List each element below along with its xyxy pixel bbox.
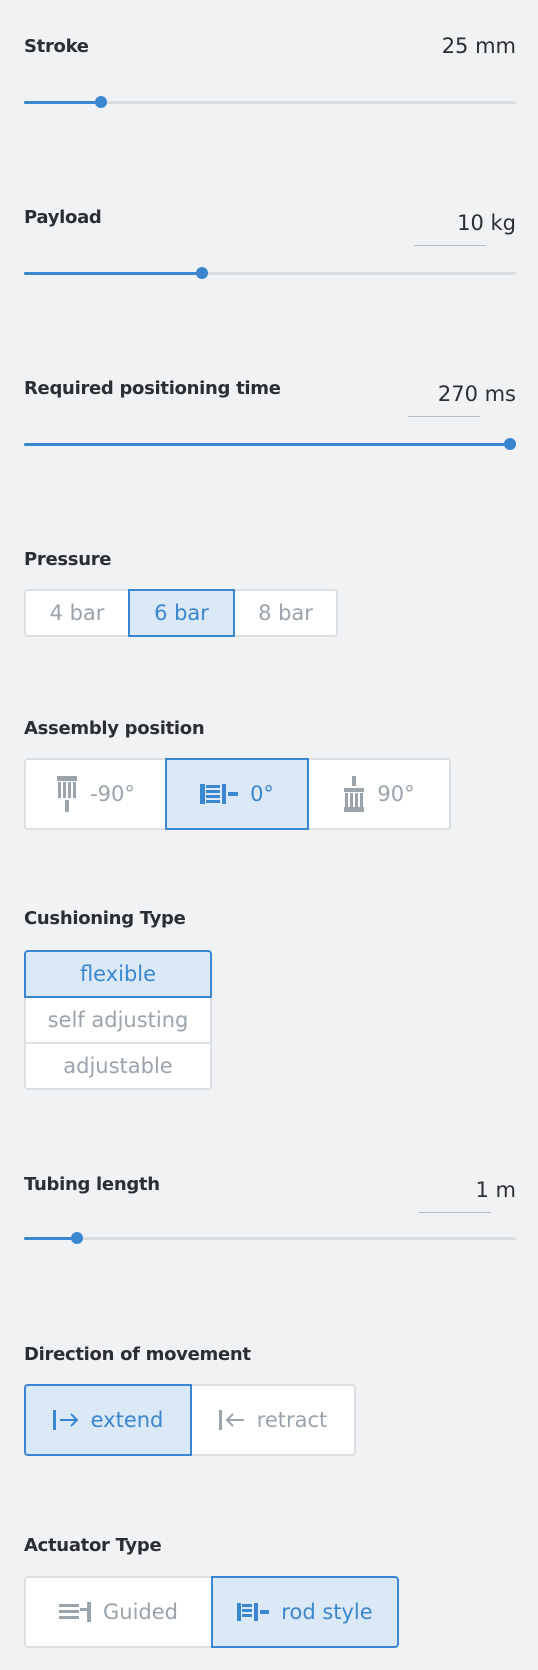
payload-value-input[interactable]: 10 kg	[457, 211, 516, 235]
cushioning-type-section: Cushioning Type flexible self adjusting …	[24, 908, 516, 1098]
positioning-time-section: Required positioning time 270 ms	[24, 378, 516, 458]
direction-label: Direction of movement	[24, 1344, 251, 1365]
cushioning-option-adjustable[interactable]: adjustable	[24, 1042, 212, 1090]
cushioning-option-flexible[interactable]: flexible	[24, 950, 212, 998]
positioning-time-value-input[interactable]: 270 ms	[438, 382, 516, 406]
actuator-type-label: Actuator Type	[24, 1535, 162, 1556]
payload-input-underline	[414, 245, 486, 246]
slider-fill	[24, 443, 516, 446]
vertical-up-mount-icon	[343, 776, 365, 812]
guided-actuator-icon	[59, 1602, 91, 1622]
actuator-type-segmented-control: Guided rod style	[24, 1576, 399, 1648]
tubing-length-slider[interactable]	[24, 1228, 516, 1248]
extend-arrow-icon	[52, 1409, 79, 1431]
slider-track	[24, 1237, 516, 1240]
actuator-option-guided[interactable]: Guided	[24, 1576, 213, 1648]
slider-fill	[24, 272, 202, 275]
actuator-option-rod-style[interactable]: rod style	[211, 1576, 399, 1648]
slider-fill	[24, 101, 102, 104]
slider-thumb[interactable]	[70, 1232, 83, 1244]
retract-arrow-icon	[218, 1409, 245, 1431]
positioning-time-input-underline	[408, 416, 480, 417]
pressure-option-8-bar[interactable]: 8 bar	[233, 589, 338, 637]
cushioning-option-self-adjusting[interactable]: self adjusting	[24, 996, 212, 1044]
assembly-option-90[interactable]: 90°	[307, 758, 451, 830]
option-label: Guided	[103, 1600, 178, 1624]
assembly-option-0[interactable]: 0°	[165, 758, 309, 830]
assembly-position-section: Assembly position -90° 0° 90°	[24, 718, 516, 830]
stroke-section: Stroke 25 mm	[24, 34, 516, 116]
payload-label: Payload	[24, 207, 102, 228]
tubing-length-input-underline	[419, 1212, 491, 1213]
payload-section: Payload 10 kg	[24, 207, 516, 287]
horizontal-mount-icon	[200, 783, 239, 805]
cushioning-type-label: Cushioning Type	[24, 908, 186, 929]
assembly-position-label: Assembly position	[24, 718, 205, 739]
cushioning-type-options: flexible self adjusting adjustable	[24, 950, 212, 1090]
tubing-length-label: Tubing length	[24, 1174, 160, 1195]
slider-fill	[24, 1237, 77, 1240]
direction-section: Direction of movement extend retract	[24, 1344, 516, 1456]
option-label: 4 bar	[49, 601, 105, 625]
slider-thumb[interactable]	[195, 267, 208, 279]
slider-thumb[interactable]	[95, 96, 108, 108]
option-label: -90°	[90, 782, 135, 806]
actuator-type-section: Actuator Type Guided rod style	[24, 1535, 516, 1648]
option-label: self adjusting	[47, 1008, 189, 1032]
positioning-time-slider[interactable]	[24, 434, 516, 454]
assembly-option-minus-90[interactable]: -90°	[24, 758, 167, 830]
pressure-option-4-bar[interactable]: 4 bar	[24, 589, 130, 637]
vertical-down-mount-icon	[56, 776, 78, 812]
rod-style-actuator-icon	[237, 1602, 270, 1622]
pressure-section: Pressure 4 bar 6 bar 8 bar	[24, 549, 516, 639]
stroke-slider[interactable]	[24, 92, 516, 112]
option-label: retract	[256, 1408, 328, 1432]
option-label: 6 bar	[154, 601, 209, 625]
option-label: 0°	[250, 782, 274, 806]
direction-option-extend[interactable]: extend	[24, 1384, 192, 1456]
pressure-segmented-control: 4 bar 6 bar 8 bar	[24, 589, 338, 637]
direction-segmented-control: extend retract	[24, 1384, 356, 1456]
assembly-position-segmented-control: -90° 0° 90°	[24, 758, 451, 830]
slider-thumb[interactable]	[504, 438, 516, 450]
option-label: 8 bar	[258, 601, 313, 625]
option-label: rod style	[281, 1600, 373, 1624]
option-label: adjustable	[63, 1054, 173, 1078]
tubing-length-section: Tubing length 1 m	[24, 1174, 516, 1254]
option-label: extend	[90, 1408, 164, 1432]
stroke-label: Stroke	[24, 36, 89, 57]
positioning-time-label: Required positioning time	[24, 378, 281, 399]
payload-slider[interactable]	[24, 263, 516, 283]
option-label: 90°	[377, 782, 415, 806]
tubing-length-value-input[interactable]: 1 m	[476, 1178, 517, 1202]
pressure-option-6-bar[interactable]: 6 bar	[128, 589, 235, 637]
pressure-label: Pressure	[24, 549, 112, 570]
direction-option-retract[interactable]: retract	[190, 1384, 356, 1456]
stroke-value[interactable]: 25 mm	[442, 34, 516, 58]
option-label: flexible	[79, 962, 157, 986]
